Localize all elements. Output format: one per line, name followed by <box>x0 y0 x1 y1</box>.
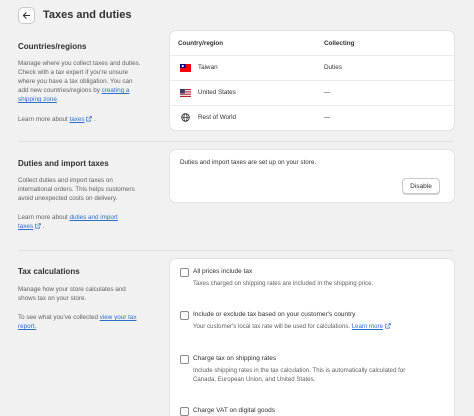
external-link-icon <box>35 222 41 228</box>
checkbox-help-text: Include shipping rates in the tax calcul… <box>193 367 406 383</box>
countries-table-card: Country/region Collecting Taiwan Duties … <box>170 31 454 130</box>
external-link-icon <box>384 322 391 328</box>
learn-more-link[interactable]: Learn more <box>352 323 383 330</box>
tax-calculations-card: All prices include tax Taxes charged on … <box>170 259 454 416</box>
section-divider <box>18 141 454 142</box>
duties-section-title: Duties and import taxes <box>18 159 109 168</box>
globe-icon <box>181 113 190 122</box>
tax-report-link[interactable]: report. <box>18 323 36 330</box>
shipping-zone-link[interactable]: shipping zone <box>18 96 57 103</box>
page-title: Taxes and duties <box>43 9 132 21</box>
country-name: United States <box>198 89 236 96</box>
tax-report-text: To see what you've collected view your t… <box>18 314 137 330</box>
collecting-value: Duties <box>324 64 342 71</box>
duties-and-import-taxes-link[interactable]: duties and import <box>69 214 117 221</box>
column-header-collecting: Collecting <box>324 40 355 47</box>
checkbox-label: Charge tax on shipping rates <box>193 355 277 362</box>
table-row[interactable]: United States — <box>170 80 454 105</box>
duties-status-text: Duties and import taxes are set up on yo… <box>180 159 317 166</box>
charge-tax-on-shipping-checkbox[interactable] <box>180 355 189 364</box>
column-header-country: Country/region <box>178 40 224 47</box>
arrow-left-icon <box>22 12 31 19</box>
creating-shipping-zone-link[interactable]: creating a <box>102 87 130 94</box>
section-divider <box>18 250 454 251</box>
all-prices-include-tax-checkbox[interactable] <box>180 268 189 277</box>
country-name: Rest of World <box>198 114 237 121</box>
us-flag-icon <box>180 89 191 97</box>
learn-more-taxes: Learn more about taxes . <box>18 115 96 123</box>
taiwan-flag-icon <box>180 64 191 72</box>
view-tax-report-link[interactable]: view your tax <box>100 314 137 321</box>
checkbox-label: Charge VAT on digital goods <box>193 407 276 414</box>
checkbox-help-text: Your customer's local tax rate will be u… <box>193 322 391 331</box>
collecting-value: — <box>324 89 331 96</box>
country-name: Taiwan <box>198 64 218 71</box>
taxes-link[interactable]: taxes <box>69 116 84 123</box>
countries-section-title: Countries/regions <box>18 42 87 51</box>
back-button[interactable] <box>18 7 35 24</box>
duties-section-description: Collect duties and import taxes on inter… <box>18 177 135 202</box>
include-exclude-tax-by-country-checkbox[interactable] <box>180 311 189 320</box>
disable-button[interactable]: Disable <box>402 178 440 194</box>
checkbox-help-text: Taxes charged on shipping rates are incl… <box>193 280 374 287</box>
external-link-icon <box>86 115 93 121</box>
checkbox-label: Include or exclude tax based on your cus… <box>193 311 356 318</box>
countries-section-description: Manage where you collect taxes and dutie… <box>18 60 141 103</box>
learn-more-duties: Learn more about duties and import taxes… <box>18 214 118 230</box>
duties-taxes-link[interactable]: taxes <box>18 223 33 230</box>
tax-calculations-section-title: Tax calculations <box>18 267 80 276</box>
collecting-value: — <box>324 114 331 121</box>
duties-card: Duties and import taxes are set up on yo… <box>170 150 454 202</box>
checkbox-label: All prices include tax <box>193 268 253 275</box>
taxes-and-duties-page: Taxes and duties Countries/regions Manag… <box>0 0 474 416</box>
table-row[interactable]: Rest of World — <box>170 105 454 130</box>
tax-calculations-description: Manage how your store calculates and sho… <box>18 286 126 302</box>
table-row[interactable]: Taiwan Duties <box>170 55 454 80</box>
charge-vat-digital-goods-checkbox[interactable] <box>180 407 189 416</box>
